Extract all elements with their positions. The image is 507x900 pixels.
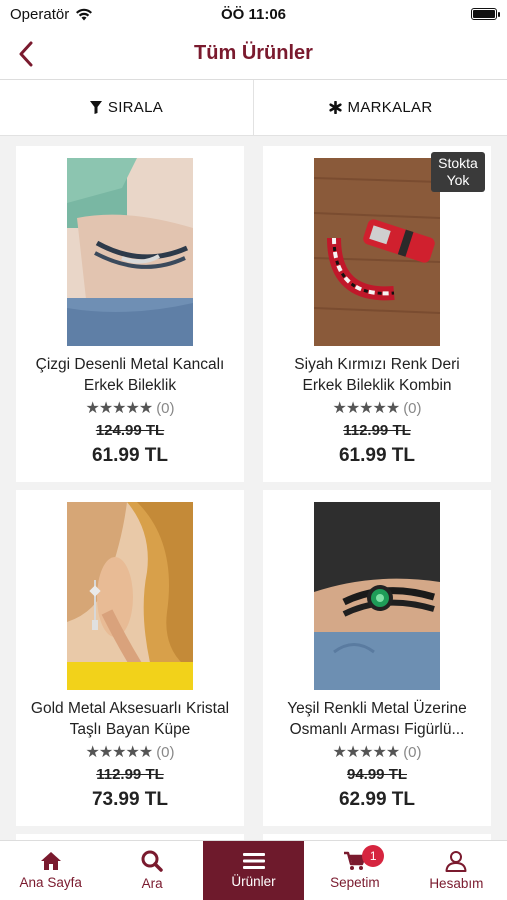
rating-count: (0) [403,399,422,417]
tab-search[interactable]: Ara [101,841,202,900]
user-icon [445,851,467,872]
product-rating: ★★★★★ (0) [85,398,174,418]
cart-count-badge: 1 [362,845,385,867]
asterisk-icon [328,101,342,114]
tab-cart[interactable]: 1 Sepetim [304,841,405,900]
product-rating: ★★★★★ (0) [332,742,421,762]
tab-products[interactable]: Ürünler [202,841,305,900]
stars-icon: ★★★★★ [332,400,400,417]
product-card[interactable]: Çizgi Desenli Metal Kancalı Erkek Bilekl… [16,146,244,482]
sort-button[interactable]: SIRALA [0,80,253,135]
rating-count: (0) [156,399,175,417]
battery-icon [471,8,500,20]
home-icon [40,852,61,870]
product-image[interactable] [314,502,440,690]
sort-label: SIRALA [107,99,164,116]
rating-count: (0) [156,743,175,761]
brands-button[interactable]: MARKALAR [253,80,507,135]
filter-icon [89,101,102,114]
product-name[interactable]: Gold Metal Aksesuarlı Kristal Taşlı Baya… [30,698,230,740]
tab-home[interactable]: Ana Sayfa [0,841,101,900]
product-card[interactable]: Stokta Yok Siyah Kırmızı Renk Deri Erkek… [263,146,491,482]
product-card[interactable]: Yeşil Renkli Metal Üzerine Osmanlı Armas… [263,490,491,826]
old-price: 94.99 TL [346,766,408,783]
product-price: 62.99 TL [338,789,416,810]
product-rating: ★★★★★ (0) [85,742,174,762]
navigation-bar: Tüm Ürünler [0,28,507,80]
stars-icon: ★★★★★ [332,744,400,761]
product-price: 73.99 TL [91,789,169,810]
tab-account[interactable]: Hesabım [406,841,507,900]
old-price: 112.99 TL [96,766,164,783]
tab-search-label: Ara [141,876,163,891]
chevron-left-icon [19,41,33,67]
tab-cart-label: Sepetim [330,875,380,890]
stars-icon: ★★★★★ [85,744,153,761]
product-image[interactable] [67,158,193,346]
product-name[interactable]: Çizgi Desenli Metal Kancalı Erkek Bilekl… [30,354,230,396]
filter-bar: SIRALA MARKALAR [0,80,507,136]
out-of-stock-badge: Stokta Yok [431,152,485,192]
product-price: 61.99 TL [91,445,169,466]
tab-account-label: Hesabım [429,876,484,891]
old-price: 112.99 TL [343,422,411,439]
menu-icon [242,853,265,869]
brands-label: MARKALAR [347,99,433,116]
app-screen: Operatör ÖÖ 11:06 Tüm Ürünler SIRALA MAR… [0,0,507,900]
product-price: 61.99 TL [338,445,416,466]
page-title: Tüm Ürünler [194,42,313,64]
product-grid: Çizgi Desenli Metal Kancalı Erkek Bilekl… [0,136,507,840]
rating-count: (0) [403,743,422,761]
old-price: 124.99 TL [95,422,165,439]
back-button[interactable] [8,36,44,72]
status-bar: Operatör ÖÖ 11:06 [0,0,507,28]
product-name[interactable]: Yeşil Renkli Metal Üzerine Osmanlı Armas… [277,698,477,740]
product-card[interactable]: Gold Metal Aksesuarlı Kristal Taşlı Baya… [16,490,244,826]
product-image[interactable] [67,502,193,690]
wifi-icon [76,8,93,20]
tab-products-label: Ürünler [231,874,276,889]
product-image[interactable] [314,158,440,346]
tab-home-label: Ana Sayfa [19,875,82,890]
stars-icon: ★★★★★ [85,400,153,417]
search-icon [141,850,163,872]
tab-bar: Ana Sayfa Ara Ürünler 1 Sepetim Hesabım [0,840,507,900]
carrier-label: Operatör [10,5,70,23]
status-left: Operatör [10,6,93,23]
product-name[interactable]: Siyah Kırmızı Renk Deri Erkek Bileklik K… [277,354,477,396]
product-rating: ★★★★★ (0) [332,398,421,418]
